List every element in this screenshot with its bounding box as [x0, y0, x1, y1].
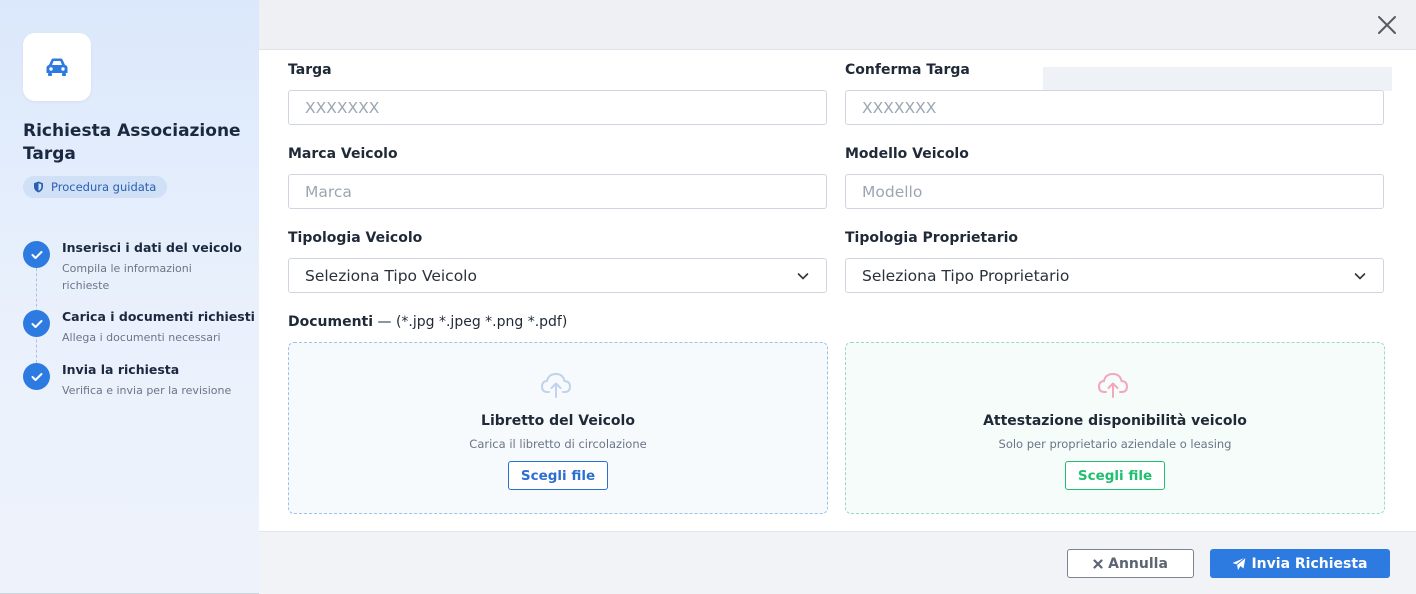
- step-description: Verifica e invia per la revisione: [62, 384, 232, 397]
- shield-icon: [34, 181, 43, 193]
- tipologia-proprietario-label: Tipologia Proprietario: [845, 230, 1019, 246]
- attestazione-title: Attestazione disponibilità veicolo: [983, 413, 1247, 429]
- modello-input[interactable]: Modello: [845, 174, 1384, 209]
- cloud-upload-icon: [540, 372, 572, 398]
- attestazione-subtitle: Solo per proprietario aziendale o leasin…: [998, 437, 1232, 451]
- cancel-label: Annulla: [1108, 555, 1168, 572]
- cloud-upload-icon: [1097, 372, 1129, 398]
- step-title: Carica i documenti richiesti: [62, 309, 255, 324]
- step-description: Allega i documenti necessari: [62, 331, 221, 344]
- sidebar: Richiesta Associazione Targa Procedura g…: [0, 0, 259, 593]
- select-value: Seleziona Tipo Veicolo: [305, 266, 477, 285]
- check-icon: [23, 310, 50, 337]
- libretto-title: Libretto del Veicolo: [481, 413, 635, 429]
- submit-label: Invia Richiesta: [1251, 555, 1368, 572]
- modal-footer: Annulla Invia Richiesta: [259, 531, 1416, 594]
- badge-label: Procedura guidata: [51, 180, 157, 194]
- background-bar: [1043, 67, 1392, 91]
- documents-label: Documenti — (*.jpg *.jpeg *.png *.pdf): [288, 314, 567, 330]
- modal-header: [259, 0, 1416, 50]
- attestazione-dropzone[interactable]: Attestazione disponibilità veicolo Solo …: [845, 342, 1385, 514]
- step-title: Inserisci i dati del veicolo: [62, 240, 242, 255]
- close-icon[interactable]: [1376, 14, 1398, 36]
- car-icon: [46, 58, 68, 76]
- check-icon: [23, 241, 50, 268]
- attestazione-choose-file-button[interactable]: Scegli file: [1065, 461, 1165, 490]
- step-description: Compila le informazioni richieste: [62, 262, 192, 292]
- libretto-choose-file-button[interactable]: Scegli file: [508, 461, 608, 490]
- modal: Targa XXXXXXX Conferma Targa XXXXXXX Mar…: [259, 0, 1416, 594]
- modello-label: Modello Veicolo: [845, 146, 969, 162]
- libretto-subtitle: Carica il libretto di circolazione: [469, 437, 647, 451]
- select-value: Seleziona Tipo Proprietario: [862, 266, 1070, 285]
- targa-input[interactable]: XXXXXXX: [288, 90, 827, 125]
- documents-formats: — (*.jpg *.jpeg *.png *.pdf): [373, 314, 568, 330]
- tipologia-veicolo-select[interactable]: Seleziona Tipo Veicolo: [288, 258, 827, 293]
- tipologia-veicolo-label: Tipologia Veicolo: [288, 230, 423, 246]
- marca-input[interactable]: Marca: [288, 174, 827, 209]
- targa-label: Targa: [288, 62, 332, 78]
- chevron-down-icon: [797, 273, 809, 280]
- guided-procedure-badge: Procedura guidata: [23, 176, 168, 198]
- submit-request-button[interactable]: Invia Richiesta: [1210, 549, 1390, 578]
- step-title: Invia la richiesta: [62, 362, 180, 377]
- logo-box: [23, 33, 91, 101]
- documents-title: Documenti: [288, 314, 374, 330]
- conferma-targa-input[interactable]: XXXXXXX: [845, 90, 1384, 125]
- chevron-down-icon: [1354, 273, 1366, 280]
- marca-label: Marca Veicolo: [288, 146, 398, 162]
- check-icon: [23, 363, 50, 390]
- paper-plane-icon: [1232, 556, 1247, 570]
- sidebar-title: Richiesta Associazione Targa: [23, 121, 241, 164]
- libretto-dropzone[interactable]: Libretto del Veicolo Carica il libretto …: [288, 342, 828, 514]
- conferma-targa-label: Conferma Targa: [845, 62, 970, 78]
- tipologia-proprietario-select[interactable]: Seleziona Tipo Proprietario: [845, 258, 1384, 293]
- close-icon: [1093, 558, 1103, 569]
- cancel-button[interactable]: Annulla: [1067, 549, 1194, 578]
